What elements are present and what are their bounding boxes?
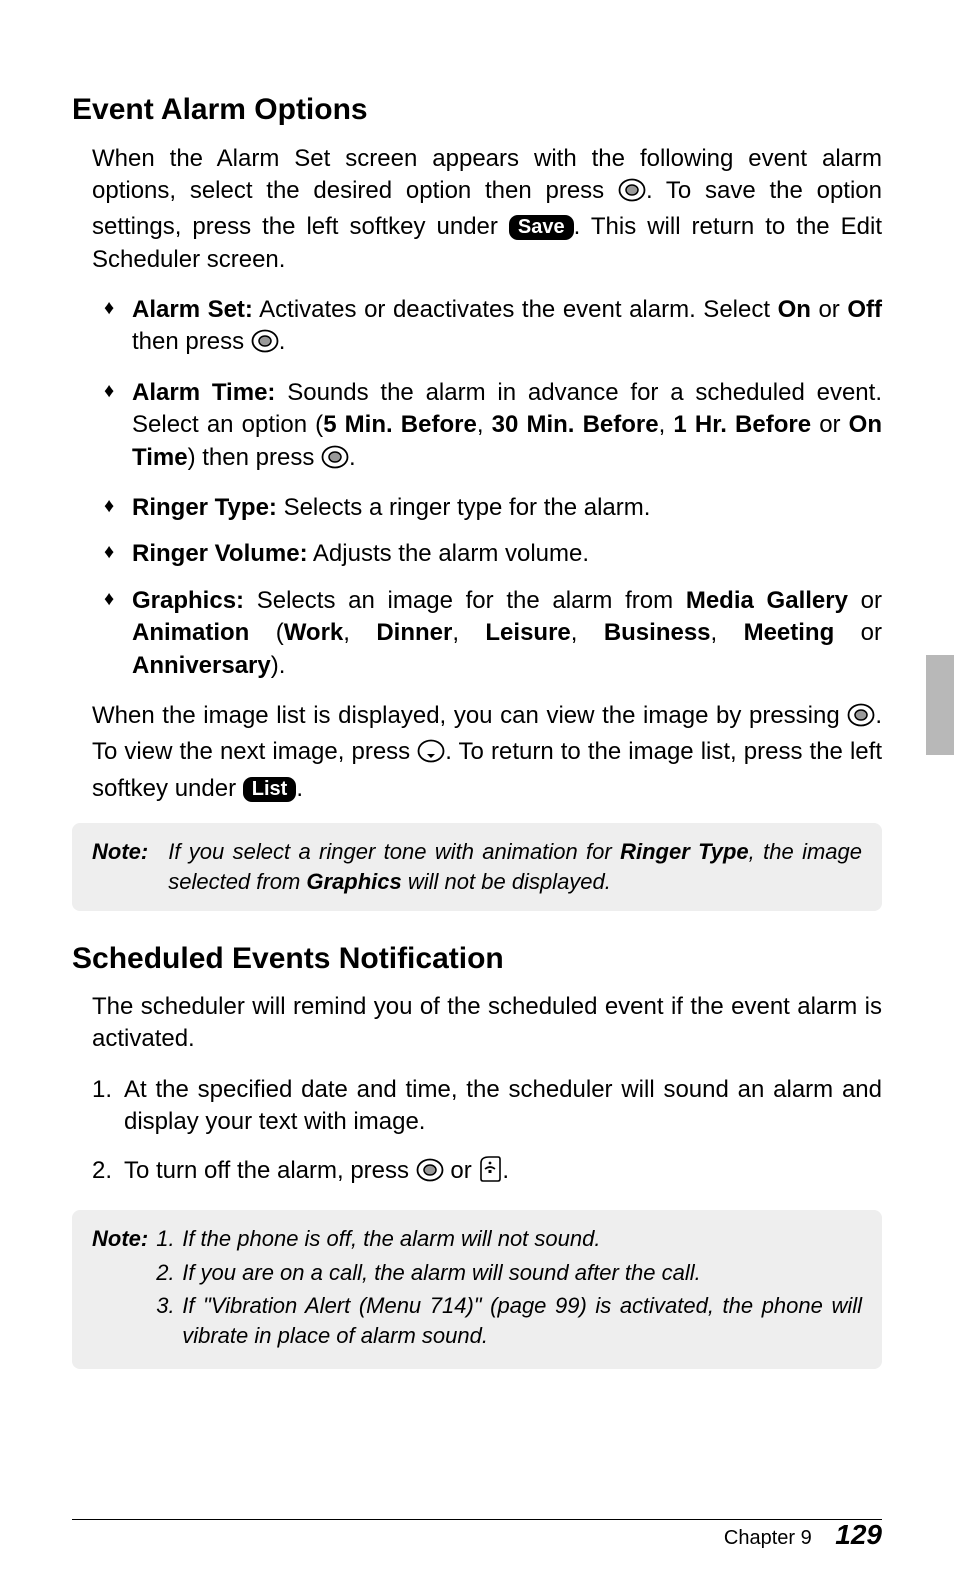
chapter-label: Chapter 9 <box>724 1527 812 1549</box>
note-label: Note: <box>92 1224 156 1355</box>
text: or <box>444 1157 479 1184</box>
list-item: Alarm Time: Sounds the alarm in advance … <box>102 377 882 478</box>
page-number: 129 <box>835 1519 882 1550</box>
option-label: Alarm Set: <box>132 296 253 323</box>
end-key-icon <box>478 1155 502 1192</box>
val: Leisure <box>485 619 570 646</box>
steps-list: At the specified date and time, the sche… <box>92 1074 882 1192</box>
note-content: If the phone is off, the alarm will not … <box>156 1224 862 1355</box>
list-item: To turn off the alarm, press or . <box>92 1155 882 1192</box>
ok-key-icon <box>251 329 279 362</box>
off-value: Off <box>847 296 882 323</box>
ok-key-icon <box>321 445 349 478</box>
heading-event-alarm-options: Event Alarm Options <box>72 90 882 131</box>
opt: 30 Min. Before <box>492 411 659 438</box>
text: , <box>452 619 485 646</box>
text: , <box>477 411 492 438</box>
text: will not be displayed. <box>402 869 611 894</box>
list-item: If "Vibration Alert (Menu 714)" (page 99… <box>156 1291 862 1350</box>
option-label: Ringer Type: <box>132 494 277 521</box>
text: . <box>502 1157 509 1184</box>
nav-down-key-icon <box>417 739 445 772</box>
text: Selects a ringer type for the alarm. <box>277 494 651 521</box>
option-label: Alarm Time: <box>132 379 275 406</box>
intro-paragraph: When the Alarm Set screen appears with t… <box>92 143 882 277</box>
text: When the image list is displayed, you ca… <box>92 702 847 729</box>
ok-key-icon <box>618 178 646 211</box>
text: . <box>279 328 286 355</box>
graphics-ref: Graphics <box>306 869 401 894</box>
text: , <box>343 619 376 646</box>
ok-key-icon <box>416 1158 444 1191</box>
opt: 5 Min. Before <box>323 411 477 438</box>
text: ( <box>249 619 283 646</box>
opt: 1 Hr. Before <box>673 411 811 438</box>
option-label: Ringer Volume: <box>132 540 308 567</box>
val: Dinner <box>376 619 452 646</box>
list-item: At the specified date and time, the sche… <box>92 1074 882 1139</box>
val: Business <box>604 619 711 646</box>
text: If you select a ringer tone with animati… <box>168 839 620 864</box>
list-item: If you are on a call, the alarm will sou… <box>156 1258 862 1288</box>
val: Work <box>284 619 344 646</box>
text: , <box>711 619 744 646</box>
text: . <box>349 444 356 471</box>
text: Adjusts the alarm volume. <box>308 540 589 567</box>
text: or <box>811 411 849 438</box>
scheduled-intro-paragraph: The scheduler will remind you of the sch… <box>92 991 882 1056</box>
option-label: Graphics: <box>132 587 244 614</box>
text: ) then press <box>188 444 321 471</box>
text: , <box>571 619 604 646</box>
list-item: Alarm Set: Activates or deactivates the … <box>102 294 882 363</box>
list-item: Graphics: Selects an image for the alarm… <box>102 585 882 682</box>
text: or <box>834 619 882 646</box>
image-list-paragraph: When the image list is displayed, you ca… <box>92 700 882 805</box>
text: ). <box>271 652 286 679</box>
note-steps-list: If the phone is off, the alarm will not … <box>156 1224 862 1351</box>
heading-scheduled-events-notification: Scheduled Events Notification <box>72 939 882 980</box>
text: then press <box>132 328 251 355</box>
list-item: If the phone is off, the alarm will not … <box>156 1224 862 1254</box>
text: , <box>659 411 674 438</box>
text: . <box>296 775 303 802</box>
note-box-ringer: Note: If you select a ringer tone with a… <box>72 823 882 910</box>
save-softkey-label: Save <box>509 215 574 240</box>
note-label: Note: <box>92 837 168 896</box>
val: Media Gallery <box>686 587 848 614</box>
note-box-scheduled: Note: If the phone is off, the alarm wil… <box>72 1210 882 1369</box>
text: Activates or deactivates the event alarm… <box>253 296 778 323</box>
val: Animation <box>132 619 249 646</box>
on-value: On <box>778 296 811 323</box>
list-item: Ringer Volume: Adjusts the alarm volume. <box>102 538 882 570</box>
text: or <box>811 296 847 323</box>
list-softkey-label: List <box>243 777 297 802</box>
ringer-type-ref: Ringer Type <box>620 839 749 864</box>
list-item: Ringer Type: Selects a ringer type for t… <box>102 492 882 524</box>
val: Anniversary <box>132 652 271 679</box>
note-content: If you select a ringer tone with animati… <box>168 837 862 896</box>
text: Selects an image for the alarm from <box>244 587 686 614</box>
val: Meeting <box>744 619 835 646</box>
ok-key-icon <box>847 703 875 736</box>
text: or <box>848 587 882 614</box>
text: To turn off the alarm, press <box>124 1157 416 1184</box>
alarm-options-list: Alarm Set: Activates or deactivates the … <box>102 294 882 682</box>
page-footer: Chapter 9 129 <box>724 1516 882 1554</box>
page-thumb-tab <box>926 655 954 755</box>
